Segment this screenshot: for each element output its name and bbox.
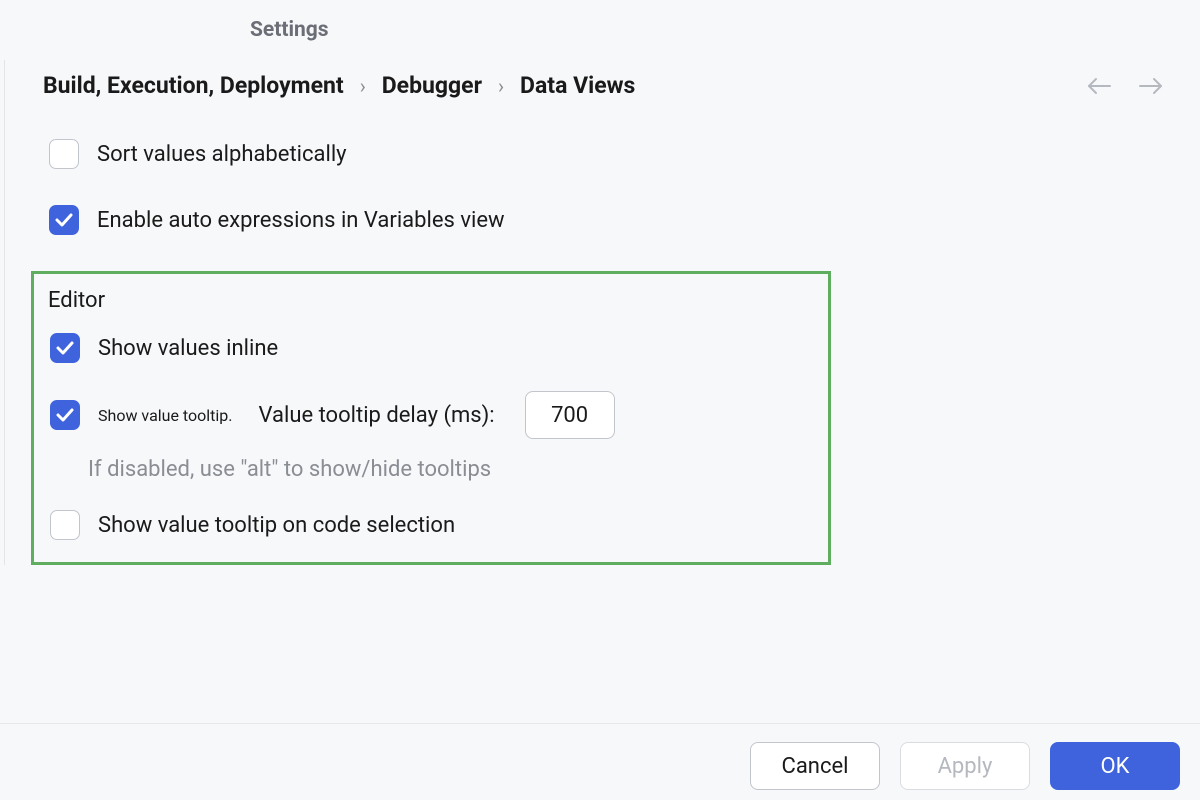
breadcrumb: Build, Execution, Deployment › Debugger … [43, 72, 635, 99]
chevron-right-icon: › [498, 74, 504, 98]
settings-title: Settings [0, 0, 1200, 60]
editor-group-highlight: Editor Show values inline Show value too… [31, 271, 831, 565]
tooltip-selection-checkbox[interactable] [50, 510, 80, 540]
show-tooltip-label: Show value tooltip. [98, 406, 232, 425]
forward-arrow-icon[interactable] [1138, 76, 1164, 96]
dialog-footer: Cancel Apply OK [0, 723, 1200, 800]
breadcrumb-item-dataviews[interactable]: Data Views [520, 72, 635, 99]
show-tooltip-checkbox[interactable] [50, 400, 80, 430]
tooltip-selection-label: Show value tooltip on code selection [98, 513, 455, 538]
sort-alpha-checkbox[interactable] [49, 139, 79, 169]
auto-expr-checkbox[interactable] [49, 205, 79, 235]
chevron-right-icon: › [360, 74, 366, 98]
auto-expr-label: Enable auto expressions in Variables vie… [97, 208, 505, 233]
ok-button[interactable]: OK [1050, 742, 1180, 790]
breadcrumb-item-debugger[interactable]: Debugger [382, 72, 482, 99]
tooltip-delay-input[interactable] [525, 391, 615, 439]
breadcrumb-item-build[interactable]: Build, Execution, Deployment [43, 72, 344, 99]
editor-group-title: Editor [48, 288, 812, 313]
cancel-button[interactable]: Cancel [750, 742, 880, 790]
apply-button[interactable]: Apply [900, 742, 1030, 790]
tooltip-delay-label: Value tooltip delay (ms): [258, 403, 494, 428]
show-inline-label: Show values inline [98, 336, 278, 361]
show-inline-checkbox[interactable] [50, 333, 80, 363]
back-arrow-icon[interactable] [1086, 76, 1112, 96]
sort-alpha-label: Sort values alphabetically [97, 142, 347, 167]
tooltip-hint: If disabled, use "alt" to show/hide tool… [88, 457, 812, 482]
